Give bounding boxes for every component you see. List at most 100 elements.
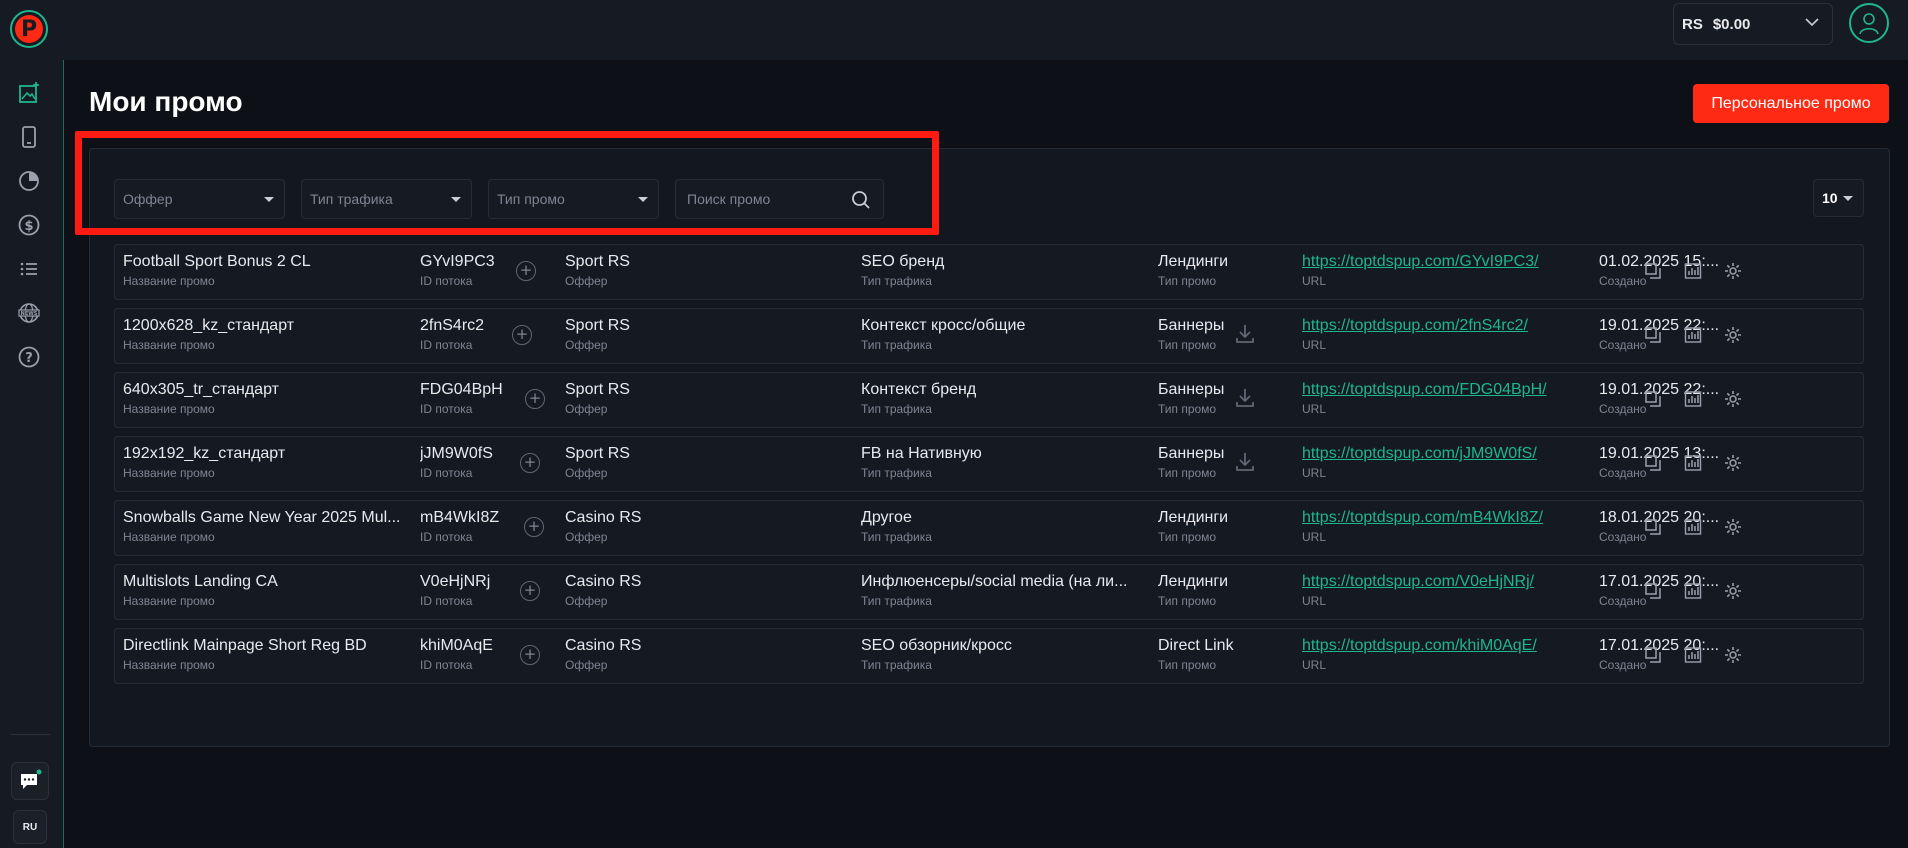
- copy-icon[interactable]: [1642, 580, 1664, 602]
- offer-value: Casino RS: [565, 573, 642, 590]
- copy-icon[interactable]: [1642, 516, 1664, 538]
- gear-icon[interactable]: [1722, 644, 1744, 666]
- stream-id-label: ID потока: [420, 402, 473, 416]
- traffic-type-label: Тип трафика: [861, 402, 932, 416]
- page-title: Мои промо: [89, 86, 243, 117]
- offer-filter[interactable]: Оффер: [114, 179, 285, 219]
- add-subid-icon[interactable]: +: [520, 581, 540, 601]
- offer-label: Оффер: [565, 274, 608, 288]
- stats-icon[interactable]: [1682, 324, 1704, 346]
- stats-icon[interactable]: [1682, 388, 1704, 410]
- sidebar-item-finance[interactable]: $: [16, 212, 42, 238]
- table-row[interactable]: Snowballs Game New Year 2025 Mul... Назва…: [114, 500, 1864, 556]
- promo-url-label: URL: [1302, 594, 1327, 608]
- promo-type-label: Тип промо: [1158, 594, 1217, 608]
- sidebar-divider: [10, 734, 50, 735]
- download-icon[interactable]: [1234, 323, 1256, 350]
- promo-url-value[interactable]: https://toptdspup.com/FDG04BpH/: [1302, 381, 1582, 399]
- gear-icon[interactable]: [1722, 452, 1744, 474]
- add-subid-icon[interactable]: +: [512, 325, 532, 345]
- globe-news-icon: NEWS: [18, 303, 40, 323]
- promo-url-value[interactable]: https://toptdspup.com/V0eHjNRj/: [1302, 573, 1582, 591]
- traffic-type-value: Инфлюенсеры/social media (на ли...: [861, 573, 1128, 590]
- add-subid-icon[interactable]: +: [525, 389, 545, 409]
- stream-id-cell: jJM9W0fS ID потока: [420, 445, 510, 480]
- promo-name-label: Название промо: [123, 402, 215, 416]
- user-avatar[interactable]: [1849, 3, 1889, 43]
- download-icon[interactable]: [1234, 451, 1256, 478]
- promo-name-cell: 1200x628_kz_стандарт Название промо: [123, 317, 408, 352]
- offer-value: Sport RS: [565, 253, 630, 270]
- copy-icon[interactable]: [1642, 324, 1664, 346]
- gear-icon[interactable]: [1722, 388, 1744, 410]
- chat-icon: [21, 769, 42, 789]
- table-row[interactable]: Football Sport Bonus 2 CL Название промо G…: [114, 244, 1864, 300]
- table-row[interactable]: Directlink Mainpage Short Reg BD Название…: [114, 628, 1864, 684]
- balance-dropdown[interactable]: RS $0.00: [1673, 3, 1833, 45]
- logo[interactable]: P: [10, 10, 48, 48]
- sidebar-item-news[interactable]: NEWS: [16, 300, 42, 326]
- gear-icon[interactable]: [1722, 516, 1744, 538]
- traffic-type-filter[interactable]: Тип трафика: [301, 179, 472, 219]
- promo-type-value: Баннеры: [1158, 317, 1225, 334]
- promo-url-cell: https://toptdspup.com/GYvI9PC3/URL: [1302, 253, 1582, 288]
- offer-cell: Sport RS Оффер: [565, 317, 845, 352]
- stats-icon[interactable]: [1682, 644, 1704, 666]
- traffic-type-value: Контекст бренд: [861, 381, 977, 398]
- sidebar-item-list[interactable]: [16, 256, 42, 282]
- table-row[interactable]: Multislots Landing CA Название промо V0eHj…: [114, 564, 1864, 620]
- per-page-select[interactable]: 10: [1813, 179, 1864, 217]
- list-icon: [20, 262, 37, 276]
- gear-icon[interactable]: [1722, 580, 1744, 602]
- table-row[interactable]: 192x192_kz_стандарт Название промо jJM9W0f…: [114, 436, 1864, 492]
- search-input[interactable]: [687, 191, 837, 207]
- gear-icon[interactable]: [1722, 260, 1744, 282]
- offer-cell: Sport RS Оффер: [565, 381, 845, 416]
- promo-url-cell: https://toptdspup.com/2fnS4rc2/URL: [1302, 317, 1582, 352]
- copy-icon[interactable]: [1642, 644, 1664, 666]
- copy-icon[interactable]: [1642, 388, 1664, 410]
- traffic-type-label: Тип трафика: [861, 530, 932, 544]
- stats-icon[interactable]: [1682, 516, 1704, 538]
- stats-icon[interactable]: [1682, 452, 1704, 474]
- promo-url-value[interactable]: https://toptdspup.com/khiM0AqE/: [1302, 637, 1582, 655]
- add-subid-icon[interactable]: +: [520, 645, 540, 665]
- personal-promo-button[interactable]: Персональное промо: [1693, 84, 1889, 123]
- promo-name-value: Snowballs Game New Year 2025 Mul...: [123, 509, 401, 526]
- promo-name-value: Football Sport Bonus 2 CL: [123, 253, 311, 270]
- offer-label: Оффер: [565, 530, 608, 544]
- chat-button[interactable]: [11, 762, 49, 800]
- promo-url-value[interactable]: https://toptdspup.com/mB4WkI8Z/: [1302, 509, 1582, 527]
- promo-url-cell: https://toptdspup.com/V0eHjNRj/URL: [1302, 573, 1582, 608]
- promo-url-value[interactable]: https://toptdspup.com/jJM9W0fS/: [1302, 445, 1582, 463]
- offer-value: Casino RS: [565, 637, 642, 654]
- stream-id-value: jJM9W0fS: [420, 445, 493, 462]
- sidebar-item-promo[interactable]: [16, 80, 42, 106]
- sidebar-item-mobile[interactable]: [16, 124, 42, 150]
- promo-url-value[interactable]: https://toptdspup.com/GYvI9PC3/: [1302, 253, 1582, 271]
- traffic-type-cell: Контекст бренд Тип трафика: [861, 381, 1131, 416]
- table-row[interactable]: 1200x628_kz_стандарт Название промо 2fnS4r…: [114, 308, 1864, 364]
- add-subid-icon[interactable]: +: [524, 517, 544, 537]
- gear-icon[interactable]: [1722, 324, 1744, 346]
- table-row[interactable]: 640x305_tr_стандарт Название промо FDG04Bp…: [114, 372, 1864, 428]
- promo-type-label: Тип промо: [1158, 466, 1217, 480]
- promo-url-value[interactable]: https://toptdspup.com/2fnS4rc2/: [1302, 317, 1582, 335]
- copy-icon[interactable]: [1642, 260, 1664, 282]
- promo-type-cell: Баннеры Тип промо: [1158, 381, 1238, 416]
- stream-id-value: FDG04BpH: [420, 381, 503, 398]
- add-subid-icon[interactable]: +: [516, 261, 536, 281]
- download-icon[interactable]: [1234, 387, 1256, 414]
- offer-value: Sport RS: [565, 317, 630, 334]
- stats-icon[interactable]: [1682, 260, 1704, 282]
- stats-icon[interactable]: [1682, 580, 1704, 602]
- copy-icon[interactable]: [1642, 452, 1664, 474]
- promo-type-filter[interactable]: Тип промо: [488, 179, 659, 219]
- language-switcher[interactable]: RU: [13, 810, 47, 844]
- sidebar-item-stats[interactable]: [16, 168, 42, 194]
- add-subid-icon[interactable]: +: [520, 453, 540, 473]
- traffic-type-value: Контекст кросс/общие: [861, 317, 1026, 334]
- search-icon[interactable]: [851, 190, 871, 210]
- sidebar-item-help[interactable]: ?: [16, 344, 42, 370]
- caret-down-icon: [264, 197, 274, 202]
